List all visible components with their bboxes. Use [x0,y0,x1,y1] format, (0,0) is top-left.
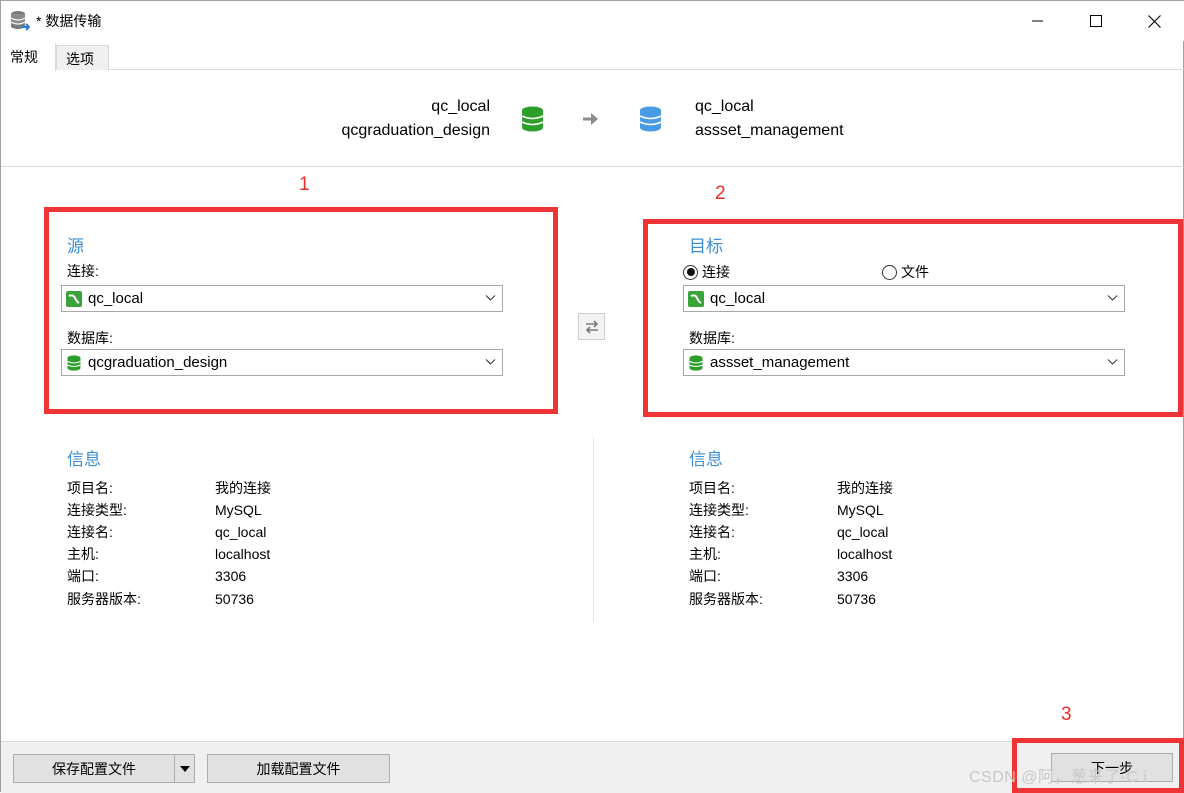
info-key: 服务器版本: [67,591,141,607]
data-transfer-window: * 数据传输 常规 选项 qc_local qcgraduation_desig… [0,0,1184,793]
transfer-summary: qc_local qcgraduation_design qc_local as… [1,71,1184,167]
minimize-icon [1032,20,1043,22]
target-title: 目标 [689,237,723,256]
info-value: 我的连接 [837,480,893,496]
info-value: localhost [837,546,893,562]
load-profile-button[interactable]: 加载配置文件 [207,754,390,783]
source-summary: qc_local qcgraduation_design [341,95,490,143]
maximize-icon [1090,15,1102,27]
target-connection-radio-label: 连接 [702,264,730,280]
radio-selected-icon [683,264,698,280]
info-key: 端口: [689,568,721,584]
swap-source-target-button[interactable] [578,313,605,340]
source-summary-connection: qc_local [431,98,490,115]
chevron-down-icon [485,295,496,301]
info-key: 端口: [67,568,99,584]
annotation-box-target [643,219,1183,417]
info-key: 项目名: [67,480,113,496]
chevron-down-icon [1107,359,1118,365]
target-connection-radio[interactable]: 连接 [683,262,730,282]
target-info-title: 信息 [689,450,723,469]
target-summary-connection: qc_local [695,98,754,115]
save-profile-label: 保存配置文件 [52,760,136,777]
close-icon [1147,14,1161,28]
database-icon [688,354,704,371]
watermark: CSDN @阿，葱来了-C i [969,769,1148,786]
source-info-title: 信息 [67,450,101,469]
target-database-select[interactable]: assset_management [683,349,1125,376]
target-connection-value: qc_local [710,290,766,307]
minimize-button[interactable] [1009,1,1067,41]
mysql-connection-icon [66,290,82,307]
source-connection-label: 连接: [67,263,99,279]
info-key: 连接类型: [67,502,127,518]
annotation-number-2: 2 [715,183,726,204]
info-key: 连接名: [689,524,735,540]
info-value: localhost [215,546,271,562]
info-value: MySQL [837,502,884,518]
database-transfer-icon [10,10,31,32]
source-database-select[interactable]: qcgraduation_design [61,349,503,376]
mysql-connection-icon [688,290,704,307]
info-key: 连接名: [67,524,113,540]
info-key: 服务器版本: [689,591,763,607]
info-value: qc_local [837,524,889,540]
target-file-radio-label: 文件 [901,264,929,280]
tab-general[interactable]: 常规 [1,43,56,71]
tab-options[interactable]: 选项 [56,45,109,70]
swap-icon [585,319,598,334]
info-value: 我的连接 [215,480,271,496]
target-database-icon [639,106,662,137]
maximize-button[interactable] [1067,1,1125,41]
info-key: 连接类型: [689,502,749,518]
source-database-value: qcgraduation_design [88,354,228,371]
source-title: 源 [67,237,84,256]
info-value: 50736 [837,591,876,607]
target-summary-database: assset_management [695,122,844,139]
info-value: 3306 [837,568,869,584]
source-connection-select[interactable]: qc_local [61,285,503,312]
close-button[interactable] [1125,1,1183,41]
chevron-down-icon [1107,295,1118,301]
target-database-value: assset_management [710,354,850,371]
annotation-number-1: 1 [299,174,310,195]
target-database-label: 数据库: [689,330,735,346]
tab-bar: 常规 选项 [1,43,1184,71]
target-file-radio[interactable]: 文件 [882,262,929,282]
radio-unselected-icon [882,264,897,280]
info-divider [593,437,594,622]
info-key: 主机: [67,546,99,562]
target-summary: qc_local assset_management [695,95,844,143]
title-bar: * 数据传输 [1,1,1184,41]
target-connection-select[interactable]: qc_local [683,285,1125,312]
annotation-number-3: 3 [1061,704,1072,725]
info-key: 项目名: [689,480,735,496]
chevron-down-icon [485,359,496,365]
window-title: * 数据传输 [36,13,102,29]
info-key: 主机: [689,546,721,562]
source-summary-database: qcgraduation_design [341,122,490,139]
info-value: 50736 [215,591,254,607]
source-connection-value: qc_local [88,290,144,307]
save-profile-dropdown-button[interactable] [174,754,194,783]
arrow-right-icon [582,111,600,132]
database-icon [66,354,82,371]
info-value: 3306 [215,568,247,584]
source-database-icon [521,106,544,137]
save-profile-button[interactable]: 保存配置文件 [13,754,195,783]
info-value: qc_local [215,524,267,540]
info-value: MySQL [215,502,262,518]
caret-down-icon [179,765,190,772]
source-database-label: 数据库: [67,330,113,346]
load-profile-label: 加载配置文件 [256,760,341,777]
